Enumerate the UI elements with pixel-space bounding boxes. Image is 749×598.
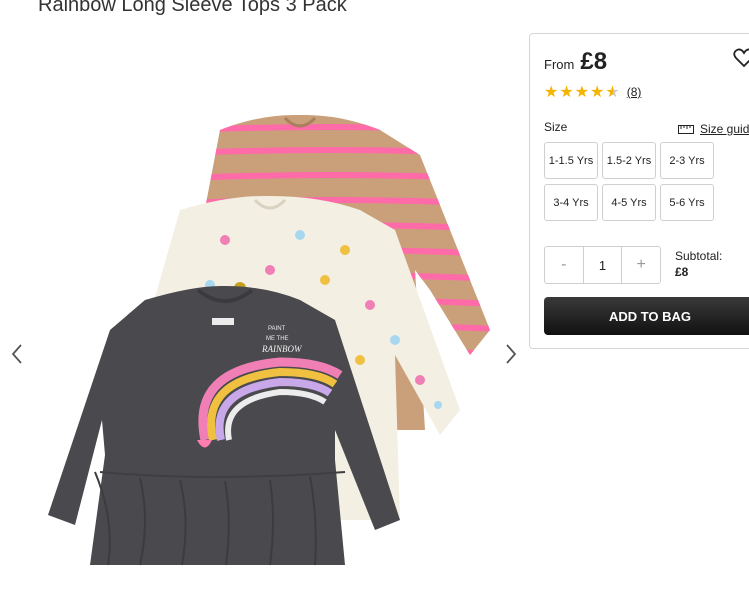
chevron-left-icon — [11, 344, 22, 364]
product-title: Rainbow Long Sleeve Tops 3 Pack — [38, 0, 347, 16]
size-label: Size — [544, 120, 568, 134]
increase-quantity-button[interactable]: + — [622, 247, 660, 283]
decrease-quantity-button[interactable]: - — [545, 247, 583, 283]
size-option-2-3[interactable]: 2-3 Yrs — [660, 142, 714, 179]
star-rating: ★ ★ ★ ★ ★ — [544, 84, 620, 100]
star-icon: ★ — [559, 82, 574, 101]
svg-text:PAINT: PAINT — [268, 326, 286, 332]
previous-image-button[interactable] — [10, 343, 24, 365]
svg-text:ME THE: ME THE — [266, 336, 289, 342]
half-star-icon: ★ — [605, 82, 620, 101]
size-option-5-6[interactable]: 5-6 Yrs — [660, 184, 714, 221]
purchase-panel: From £8 ★ ★ ★ ★ ★ (8) Size Size guide 1-… — [529, 33, 749, 349]
size-option-3-4[interactable]: 3-4 Yrs — [544, 184, 598, 221]
size-option-4-5[interactable]: 4-5 Yrs — [602, 184, 656, 221]
star-icon: ★ — [590, 82, 605, 101]
size-guide-link[interactable]: Size guide — [678, 122, 749, 136]
size-option-1.5-2[interactable]: 1.5-2 Yrs — [602, 142, 656, 179]
svg-text:RAINBOW: RAINBOW — [261, 344, 303, 354]
next-image-button[interactable] — [504, 343, 518, 365]
product-image[interactable]: PAINT ME THE RAINBOW — [0, 100, 530, 580]
chevron-right-icon — [506, 344, 517, 364]
subtotal-value: £8 — [675, 265, 689, 279]
size-option-1-1.5[interactable]: 1-1.5 Yrs — [544, 142, 598, 179]
quantity-input[interactable]: 1 — [582, 247, 623, 283]
subtotal-label: Subtotal: — [675, 249, 723, 263]
size-guide-label: Size guide — [700, 122, 749, 136]
quantity-stepper: - 1 + — [544, 246, 661, 284]
price-row: From £8 — [544, 48, 607, 76]
add-to-bag-button[interactable]: ADD TO BAG — [544, 297, 749, 335]
star-icon: ★ — [544, 82, 559, 101]
ruler-icon — [678, 124, 694, 134]
size-options: 1-1.5 Yrs 1.5-2 Yrs 2-3 Yrs 3-4 Yrs 4-5 … — [544, 142, 714, 221]
wishlist-button[interactable] — [733, 48, 749, 73]
star-icon: ★ — [574, 82, 590, 101]
product-photo: PAINT ME THE RAINBOW — [48, 114, 490, 566]
review-count-link[interactable]: (8) — [627, 85, 642, 99]
price: £8 — [580, 48, 608, 75]
rating: ★ ★ ★ ★ ★ (8) — [544, 84, 641, 100]
heart-icon — [733, 48, 749, 68]
subtotal: Subtotal: £8 — [675, 248, 722, 280]
price-prefix: From — [544, 57, 575, 72]
